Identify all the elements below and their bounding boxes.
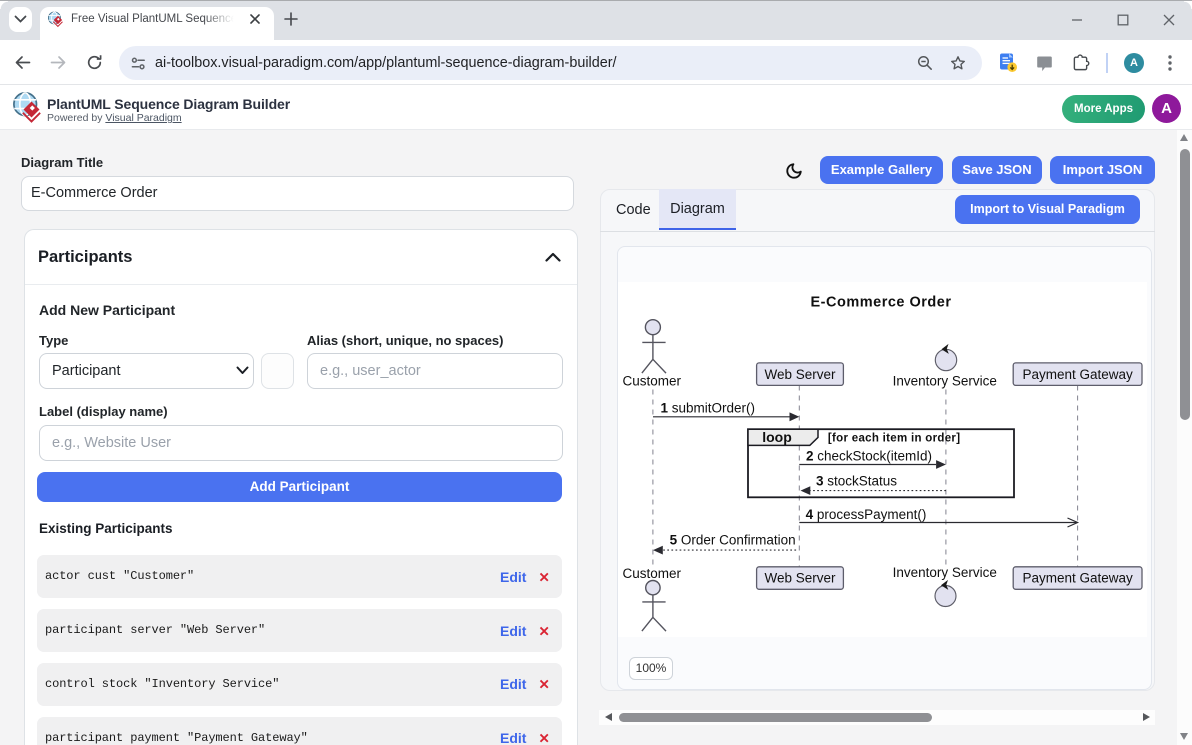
svg-text:E-Commerce Order: E-Commerce Order	[811, 295, 952, 311]
svg-text:Web Server: Web Server	[764, 367, 836, 382]
svg-text:Inventory Service: Inventory Service	[893, 565, 997, 580]
svg-text:2 checkStock(itemId): 2 checkStock(itemId)	[806, 448, 932, 463]
svg-text:Payment Gateway: Payment Gateway	[1022, 367, 1133, 382]
svg-text:Web Server: Web Server	[764, 571, 836, 586]
svg-text:5 Order Confirmation: 5 Order Confirmation	[670, 533, 796, 548]
svg-text:[for each item in order]: [for each item in order]	[828, 433, 960, 445]
svg-text:3 stockStatus: 3 stockStatus	[816, 474, 897, 489]
svg-text:Customer: Customer	[623, 566, 682, 581]
svg-text:1 submitOrder(): 1 submitOrder()	[661, 401, 756, 416]
svg-text:loop: loop	[762, 429, 792, 445]
svg-text:Payment Gateway: Payment Gateway	[1022, 571, 1133, 586]
svg-text:4 processPayment(): 4 processPayment()	[806, 507, 927, 522]
svg-text:Inventory Service: Inventory Service	[893, 374, 997, 389]
svg-text:Customer: Customer	[623, 374, 682, 389]
